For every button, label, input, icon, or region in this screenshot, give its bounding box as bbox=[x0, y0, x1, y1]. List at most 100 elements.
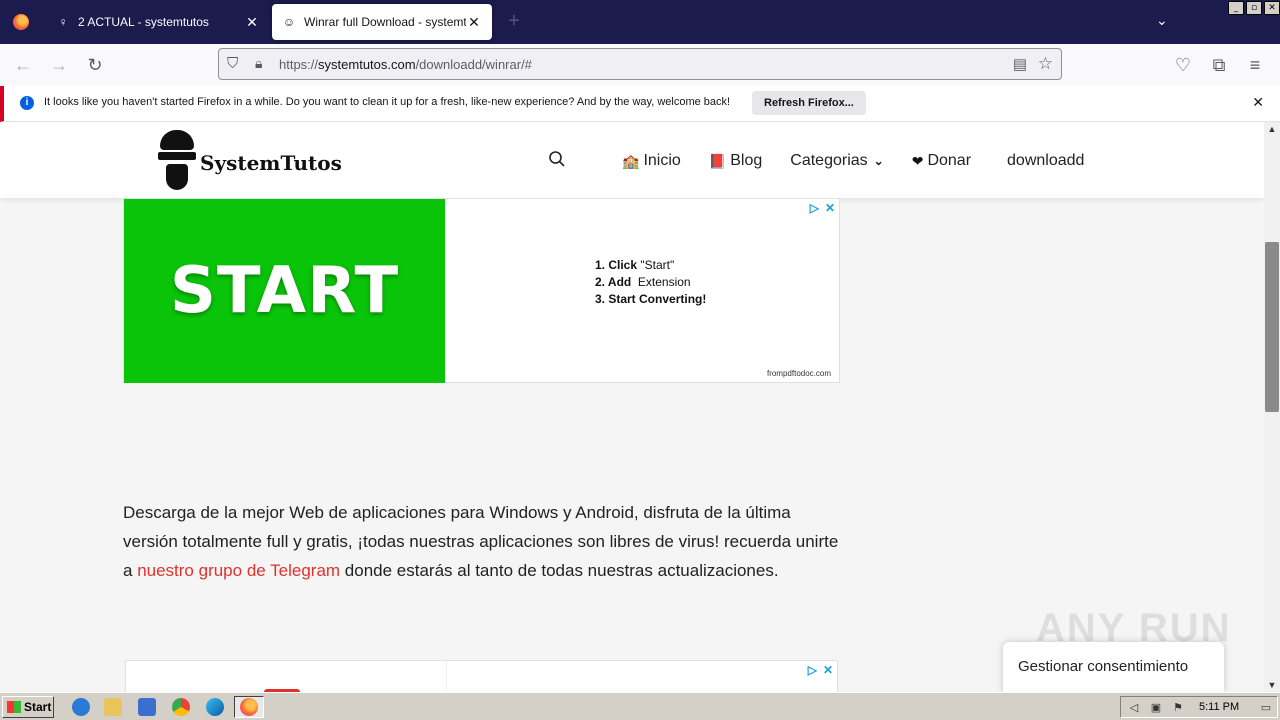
ad-source: frompdftodoc.com bbox=[766, 369, 831, 378]
menu-item-downloadd[interactable]: downloadd bbox=[1007, 152, 1084, 170]
minimize-button[interactable]: _ bbox=[1228, 1, 1244, 15]
firefox-icon bbox=[240, 698, 258, 716]
network-icon[interactable]: ▣ bbox=[1149, 701, 1163, 715]
start-button[interactable]: Start bbox=[2, 696, 54, 718]
system-tray: ◁ ▣ ⚑ 5:11 PM ▭ bbox=[1120, 696, 1278, 718]
page-scrollbar[interactable]: ▲ ▼ bbox=[1264, 122, 1280, 692]
advertisement-banner[interactable]: START 1. Click "Start" 2. Add Extension … bbox=[123, 198, 840, 383]
url-text[interactable]: https://systemtutos.com/downloadd/winrar… bbox=[279, 57, 532, 72]
main-menu: 🏫 Inicio 📕 Blog Categorias ⌄ ❤ Donar dow… bbox=[622, 152, 1112, 170]
tab-title: Winrar full Download - systemtutos bbox=[304, 15, 466, 29]
list-all-tabs-chevron-icon[interactable]: ⌄ bbox=[1156, 12, 1168, 29]
menu-hamburger-icon[interactable]: ≡ bbox=[1244, 54, 1266, 76]
close-notification-icon[interactable]: ✕ bbox=[1252, 94, 1264, 111]
forward-arrow-icon[interactable]: → bbox=[48, 54, 70, 76]
school-icon: 🏫 bbox=[622, 152, 640, 169]
ad-divider bbox=[446, 661, 447, 692]
start-label: Start bbox=[24, 700, 52, 714]
action-center-flag-icon[interactable]: ⚑ bbox=[1171, 701, 1185, 715]
tab-title: 2 ACTUAL - systemtutos bbox=[78, 15, 209, 29]
bookmark-star-icon[interactable]: ☆ bbox=[1038, 54, 1053, 74]
media-player-icon[interactable] bbox=[138, 698, 156, 716]
logo-text: SystemTutos bbox=[200, 151, 342, 175]
menu-item-label: Donar bbox=[927, 152, 972, 169]
heart-icon: ❤ bbox=[911, 152, 924, 169]
info-icon: i bbox=[20, 96, 34, 110]
window-controls: _ ▫ ✕ bbox=[1226, 1, 1280, 15]
refresh-firefox-button[interactable]: Refresh Firefox... bbox=[752, 91, 866, 115]
menu-item-inicio[interactable]: 🏫 Inicio bbox=[622, 152, 681, 170]
reload-icon[interactable]: ↻ bbox=[84, 54, 106, 76]
ad-start-text: START bbox=[169, 254, 400, 328]
close-tab-icon[interactable]: ✕ bbox=[244, 14, 260, 31]
new-tab-button[interactable]: + bbox=[502, 10, 526, 34]
search-icon[interactable] bbox=[548, 150, 566, 168]
article-intro: Descarga de la mejor Web de aplicaciones… bbox=[123, 498, 843, 585]
close-ad-icon[interactable]: ✕ bbox=[825, 201, 835, 215]
ad-step-1-text: "Start" bbox=[640, 258, 675, 272]
page-viewport: SystemTutos 🏫 Inicio 📕 Blog Categorias ⌄… bbox=[0, 122, 1264, 692]
show-desktop-icon[interactable]: ▭ bbox=[1259, 701, 1273, 715]
tracking-shield-icon[interactable]: ⛉ bbox=[227, 55, 245, 73]
close-window-button[interactable]: ✕ bbox=[1264, 1, 1280, 15]
menu-item-label: Inicio bbox=[643, 152, 681, 169]
scroll-down-arrow-icon[interactable]: ▼ bbox=[1264, 680, 1280, 690]
firefox-icon bbox=[13, 14, 29, 30]
ad-step-2-text: Extension bbox=[637, 275, 691, 289]
ad-step-1-label: 1. Click bbox=[595, 258, 638, 272]
manage-consent-button[interactable]: Gestionar consentimiento bbox=[1003, 642, 1224, 692]
ad-step-3-label: 3. Start Converting! bbox=[595, 292, 707, 306]
adchoices-icon[interactable]: ▷ bbox=[810, 201, 819, 215]
scrollbar-thumb[interactable] bbox=[1265, 242, 1279, 412]
article-text-end: donde estarás al tanto de todas nuestras… bbox=[340, 561, 779, 580]
tab-winrar[interactable]: ☺ Winrar full Download - systemtutos ✕ bbox=[272, 4, 492, 40]
volume-icon[interactable]: ◁ bbox=[1127, 701, 1141, 715]
book-icon: 📕 bbox=[708, 152, 727, 169]
advertisement-banner-2[interactable]: ▷ ✕ bbox=[125, 660, 838, 692]
firefox-taskbar-button[interactable] bbox=[234, 696, 264, 718]
ad-start-panel[interactable]: START bbox=[124, 199, 445, 383]
notification-message: It looks like you haven't started Firefo… bbox=[44, 96, 731, 108]
menu-item-blog[interactable]: 📕 Blog bbox=[709, 152, 762, 170]
chrome-icon[interactable] bbox=[172, 698, 190, 716]
site-logo[interactable]: SystemTutos bbox=[158, 130, 342, 192]
windows-flag-icon bbox=[7, 701, 21, 713]
logo-face-icon bbox=[158, 130, 196, 192]
windows-taskbar: Start ◁ ▣ ⚑ 5:11 PM ▭ bbox=[0, 692, 1280, 720]
file-explorer-icon[interactable] bbox=[104, 698, 122, 716]
site-favicon-icon: ☺ bbox=[282, 15, 296, 29]
chevron-down-icon: ⌄ bbox=[873, 154, 884, 168]
navigation-toolbar: ← → ↻ ⛉ 🔒︎ https://systemtutos.com/downl… bbox=[0, 44, 1280, 86]
restore-button[interactable]: ▫ bbox=[1246, 1, 1262, 15]
internet-explorer-icon[interactable] bbox=[72, 698, 90, 716]
ad-step-2-label: 2. Add bbox=[595, 275, 632, 289]
close-tab-icon[interactable]: ✕ bbox=[466, 14, 482, 31]
adchoices-icon[interactable]: ▷ bbox=[808, 663, 817, 677]
menu-item-donar[interactable]: ❤ Donar bbox=[912, 152, 971, 170]
site-header: SystemTutos 🏫 Inicio 📕 Blog Categorias ⌄… bbox=[0, 122, 1264, 198]
url-scheme: https:// bbox=[279, 57, 319, 72]
firefox-view-button[interactable] bbox=[0, 0, 42, 44]
address-bar[interactable]: ⛉ 🔒︎ https://systemtutos.com/downloadd/w… bbox=[218, 48, 1062, 80]
refresh-notification-bar: i It looks like you haven't started Fire… bbox=[0, 86, 1280, 122]
menu-item-label: Blog bbox=[730, 152, 763, 169]
tab-actual[interactable]: ♀ 2 ACTUAL - systemtutos ✕ bbox=[46, 4, 270, 40]
url-path: /downloadd/winrar/# bbox=[415, 57, 532, 72]
extensions-icon[interactable]: ⧉ bbox=[1208, 54, 1230, 76]
url-domain: systemtutos.com bbox=[318, 57, 416, 72]
menu-item-label: Categorias bbox=[790, 152, 868, 169]
telegram-group-link[interactable]: nuestro grupo de Telegram bbox=[137, 561, 340, 580]
lock-icon[interactable]: 🔒︎ bbox=[255, 55, 269, 73]
site-favicon-icon: ♀ bbox=[58, 15, 68, 29]
pocket-icon[interactable]: ♡ bbox=[1172, 54, 1194, 76]
ad-choices: ▷ ✕ bbox=[810, 201, 835, 215]
scroll-up-arrow-icon[interactable]: ▲ bbox=[1264, 124, 1280, 134]
edge-icon[interactable] bbox=[206, 698, 224, 716]
clock[interactable]: 5:11 PM bbox=[1199, 701, 1239, 713]
close-ad-icon[interactable]: ✕ bbox=[823, 663, 833, 677]
reader-view-icon[interactable]: ▤ bbox=[1013, 55, 1027, 73]
back-arrow-icon[interactable]: ← bbox=[12, 54, 34, 76]
menu-item-categorias[interactable]: Categorias ⌄ bbox=[790, 152, 883, 170]
menu-item-label: downloadd bbox=[1007, 152, 1085, 169]
tab-strip: ♀ 2 ACTUAL - systemtutos ✕ ☺ Winrar full… bbox=[0, 0, 1280, 44]
